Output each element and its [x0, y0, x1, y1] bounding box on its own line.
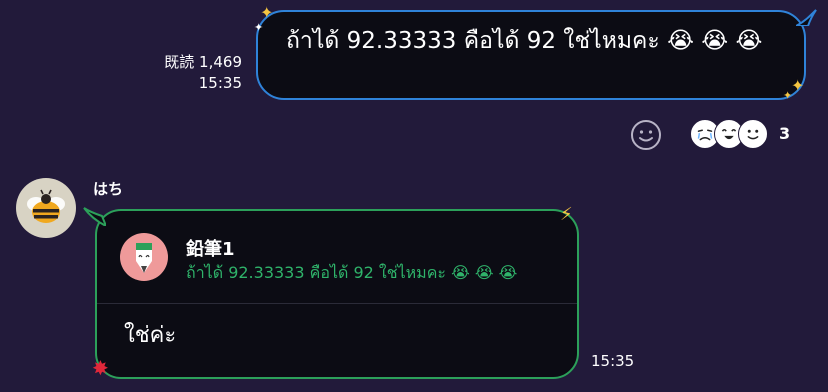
splash-icon: ✸: [92, 356, 109, 380]
reaction-stack[interactable]: [690, 118, 774, 152]
reaction-count[interactable]: 3: [779, 124, 790, 143]
outgoing-message-bubble[interactable]: ถ้าได้ 92.33333 คือได้ 92 ใช่ไหมคะ 😭 😭 😭: [256, 10, 806, 100]
sparkle-icon: ✦: [260, 3, 274, 22]
sparkle-icon: ✦: [791, 76, 805, 95]
outgoing-bubble-tail: [796, 9, 817, 26]
read-count: 既読 1,469: [164, 53, 242, 71]
outgoing-read-meta: 既読 1,469 15:35: [164, 52, 242, 94]
incoming-message-text: ใช่ค่ะ: [124, 323, 177, 348]
bee-icon: [27, 189, 65, 223]
smiling-face-icon: [738, 119, 768, 149]
sender-avatar[interactable]: [16, 178, 76, 238]
sender-name[interactable]: はち: [93, 178, 123, 199]
reply-avatar: [120, 233, 168, 281]
reply-title: 鉛筆1: [186, 239, 235, 260]
reply-quote[interactable]: 鉛筆1 ถ้าได้ 92.33333 คือได้ 92 ใช่ไหมคะ 😭…: [97, 211, 577, 304]
sparkle-icon: ✦: [783, 89, 793, 102]
pencil-icon: [136, 243, 152, 273]
reply-text: ถ้าได้ 92.33333 คือได้ 92 ใช่ไหมคะ 😭 😭 😭: [186, 263, 518, 282]
lightning-icon: ⚡: [560, 204, 573, 225]
outgoing-message-text: ถ้าได้ 92.33333 คือได้ 92 ใช่ไหมคะ 😭 😭 😭: [286, 28, 763, 54]
sparkle-icon: ✦: [254, 21, 264, 34]
incoming-time: 15:35: [591, 352, 635, 370]
add-reaction-icon[interactable]: [630, 119, 662, 151]
outgoing-time: 15:35: [198, 74, 242, 92]
incoming-bubble-tail: [83, 207, 106, 226]
incoming-message-bubble[interactable]: 鉛筆1 ถ้าได้ 92.33333 คือได้ 92 ใช่ไหมคะ 😭…: [95, 209, 579, 379]
